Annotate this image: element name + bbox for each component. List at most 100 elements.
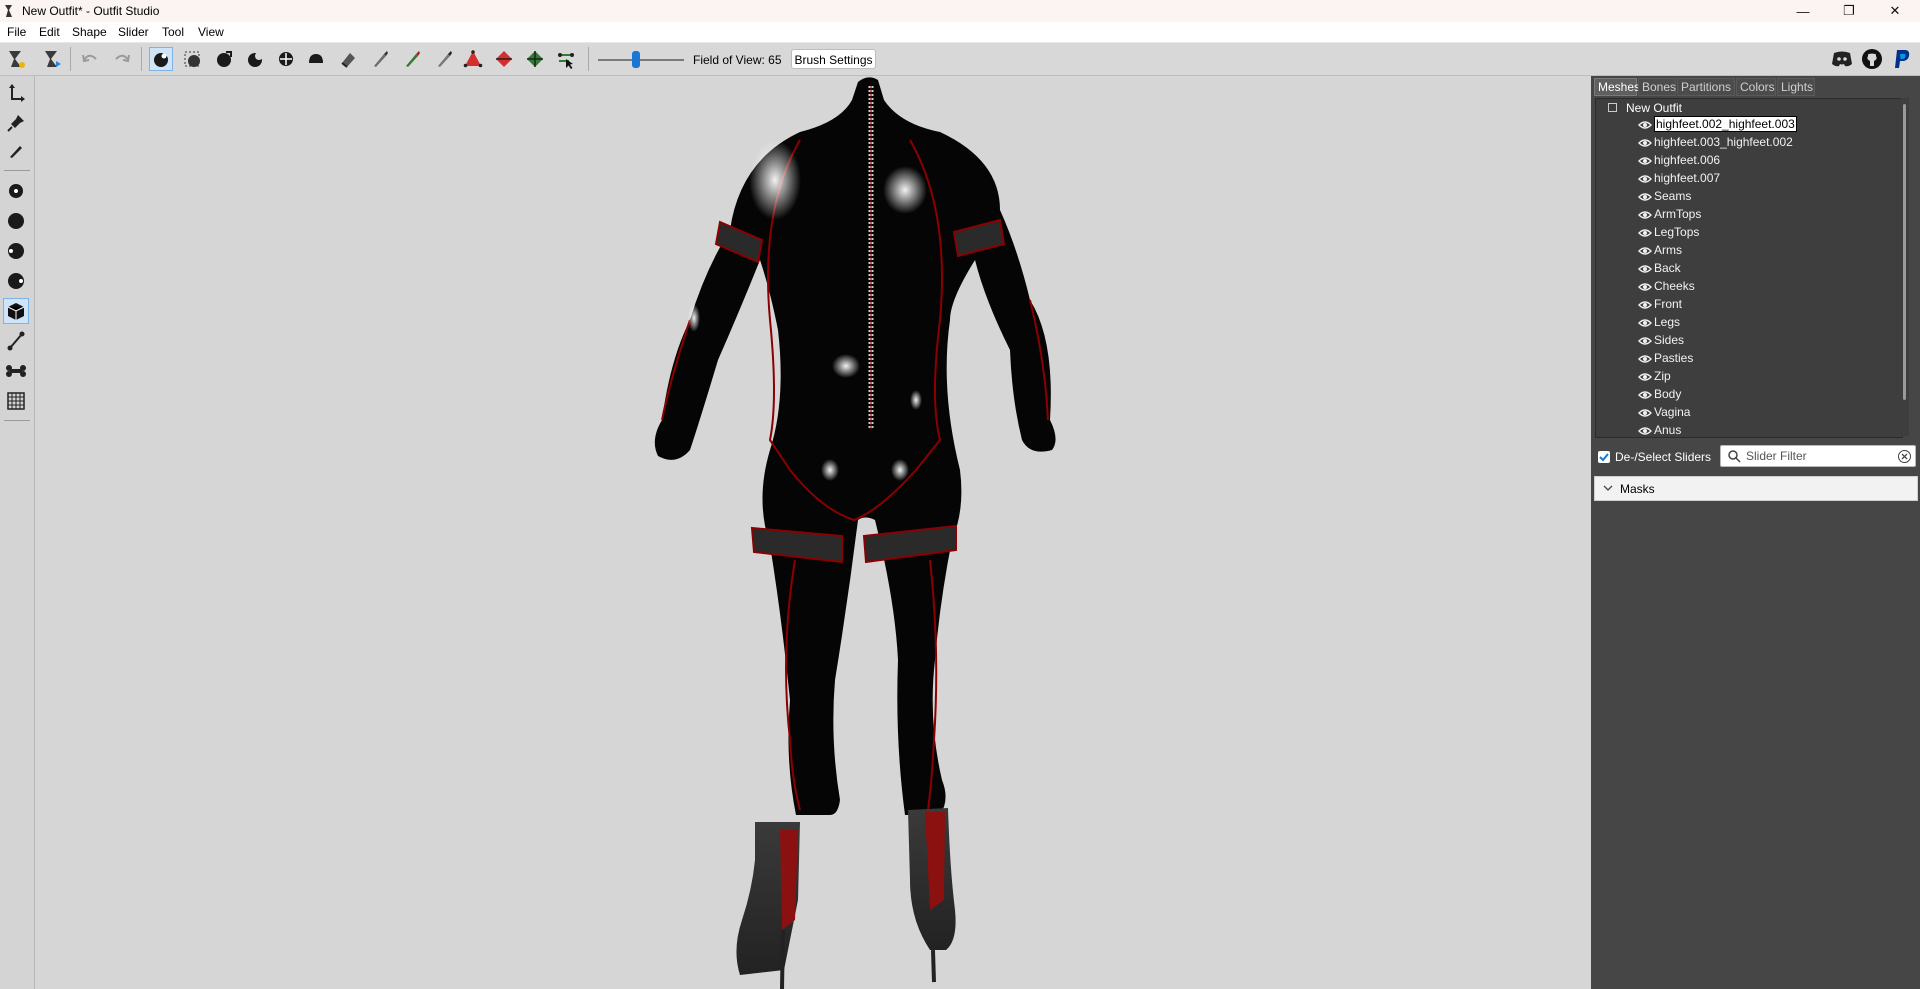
tab-bones[interactable]: Bones	[1638, 78, 1676, 96]
collapse-icon[interactable]	[1608, 103, 1617, 112]
redo-icon[interactable]	[110, 47, 134, 71]
eye-icon[interactable]	[1638, 264, 1652, 274]
eye-icon[interactable]	[1638, 192, 1652, 202]
eye-icon[interactable]	[1638, 426, 1652, 436]
mesh-item[interactable]: highfeet.006	[1638, 153, 1720, 171]
eye-icon[interactable]	[1638, 228, 1652, 238]
eye-icon[interactable]	[1638, 120, 1652, 130]
pen-icon[interactable]	[3, 138, 29, 164]
brush-settings-button[interactable]: Brush Settings	[791, 49, 876, 69]
menu-edit[interactable]: Edit	[39, 25, 60, 39]
3d-viewport[interactable]	[35, 76, 1591, 989]
eye-icon[interactable]	[1638, 336, 1652, 346]
mesh-item[interactable]: highfeet.003_highfeet.002	[1638, 135, 1793, 153]
mesh-item[interactable]: LegTops	[1638, 225, 1699, 243]
mesh-item[interactable]: highfeet.002_highfeet.003	[1638, 116, 1797, 135]
grid-icon[interactable]	[3, 388, 29, 414]
mesh-name: ArmTops	[1654, 207, 1702, 221]
eye-icon[interactable]	[1638, 318, 1652, 328]
eye-icon[interactable]	[1638, 390, 1652, 400]
alpha-brush-icon[interactable]	[432, 47, 456, 71]
weight-brush-icon[interactable]	[368, 47, 392, 71]
eye-icon[interactable]	[1638, 408, 1652, 418]
brush-size-medium-icon[interactable]	[3, 208, 29, 234]
smooth-brush-icon[interactable]	[304, 47, 328, 71]
checkbox-check-icon[interactable]	[1598, 451, 1610, 463]
undiff-brush-icon[interactable]	[336, 47, 360, 71]
mesh-name: highfeet.002_highfeet.003	[1654, 116, 1797, 132]
eye-icon[interactable]	[1638, 174, 1652, 184]
brush-strength-icon[interactable]	[3, 238, 29, 264]
transform-icon[interactable]	[3, 80, 29, 106]
menu-view[interactable]: View	[198, 25, 224, 39]
eye-icon[interactable]	[1638, 246, 1652, 256]
eye-icon[interactable]	[1638, 138, 1652, 148]
brush-focus-icon[interactable]	[3, 268, 29, 294]
mesh-name: Zip	[1654, 369, 1671, 383]
menu-shape[interactable]: Shape	[72, 25, 107, 39]
select-brush-icon[interactable]	[149, 47, 173, 71]
bone-icon[interactable]	[3, 358, 29, 384]
undo-icon[interactable]	[78, 47, 102, 71]
mesh-item[interactable]: ArmTops	[1638, 207, 1701, 225]
tree-scrollbar[interactable]	[1901, 98, 1909, 436]
mesh-item[interactable]: Body	[1638, 387, 1681, 405]
split-edge-icon[interactable]	[523, 47, 547, 71]
eye-icon[interactable]	[1638, 156, 1652, 166]
mesh-name: highfeet.003_highfeet.002	[1654, 135, 1793, 149]
color-brush-icon[interactable]	[400, 47, 424, 71]
mesh-item[interactable]: Cheeks	[1638, 279, 1695, 297]
eye-icon[interactable]	[1638, 210, 1652, 220]
collapse-vertex-icon[interactable]	[461, 47, 485, 71]
menu-file[interactable]: File	[7, 25, 26, 39]
masks-section[interactable]: Masks	[1594, 476, 1918, 501]
close-icon[interactable]: ✕	[1872, 0, 1918, 22]
vertex-select-icon[interactable]	[554, 47, 578, 71]
github-icon[interactable]	[1860, 47, 1884, 71]
eye-icon[interactable]	[1638, 300, 1652, 310]
restore-icon[interactable]: ❐	[1826, 0, 1872, 22]
paypal-icon[interactable]	[1890, 47, 1914, 71]
new-project-icon[interactable]	[4, 47, 28, 71]
tab-meshes[interactable]: Meshes	[1594, 78, 1640, 96]
inflate-brush-icon[interactable]	[212, 47, 236, 71]
mesh-item[interactable]: highfeet.007	[1638, 171, 1720, 189]
eye-icon[interactable]	[1638, 354, 1652, 364]
mesh-item[interactable]: Pasties	[1638, 351, 1693, 369]
menu-tool[interactable]: Tool	[162, 25, 184, 39]
fov-slider-track[interactable]	[598, 59, 684, 61]
slider-filter-input[interactable]: Slider Filter	[1720, 445, 1916, 467]
menu-slider[interactable]: Slider	[118, 25, 149, 39]
clear-filter-icon[interactable]	[1898, 450, 1911, 463]
mesh-item[interactable]: Sides	[1638, 333, 1684, 351]
tab-colors[interactable]: Colors	[1736, 78, 1776, 96]
mesh-item[interactable]: Zip	[1638, 369, 1671, 387]
mesh-item[interactable]: Anus	[1638, 423, 1681, 437]
deflate-brush-icon[interactable]	[243, 47, 267, 71]
mesh-item[interactable]: Vagina	[1638, 405, 1690, 423]
mesh-item[interactable]: Front	[1638, 297, 1682, 315]
mesh-item[interactable]: Legs	[1638, 315, 1680, 333]
flip-edge-icon[interactable]	[492, 47, 516, 71]
cube-view-icon[interactable]	[3, 298, 29, 324]
load-project-icon[interactable]	[40, 47, 64, 71]
fov-slider-thumb[interactable]	[632, 51, 640, 68]
brush-size-small-icon[interactable]	[3, 178, 29, 204]
minimize-icon[interactable]: —	[1780, 0, 1826, 22]
mesh-item[interactable]: Back	[1638, 261, 1681, 279]
move-brush-icon[interactable]	[274, 47, 298, 71]
left-tool-strip	[0, 76, 35, 989]
mask-brush-icon[interactable]	[181, 47, 205, 71]
tree-root[interactable]: New Outfit	[1608, 101, 1682, 115]
mesh-item[interactable]: Seams	[1638, 189, 1691, 207]
deselect-sliders-checkbox[interactable]: De-/Select Sliders	[1598, 447, 1711, 467]
tab-partitions[interactable]: Partitions	[1677, 78, 1735, 96]
tab-lights[interactable]: Lights	[1777, 78, 1815, 96]
mesh-name: LegTops	[1654, 225, 1700, 239]
pivot-icon[interactable]	[3, 110, 29, 136]
mesh-item[interactable]: Arms	[1638, 243, 1682, 261]
segment-icon[interactable]	[3, 328, 29, 354]
eye-icon[interactable]	[1638, 372, 1652, 382]
eye-icon[interactable]	[1638, 282, 1652, 292]
discord-icon[interactable]	[1830, 47, 1854, 71]
